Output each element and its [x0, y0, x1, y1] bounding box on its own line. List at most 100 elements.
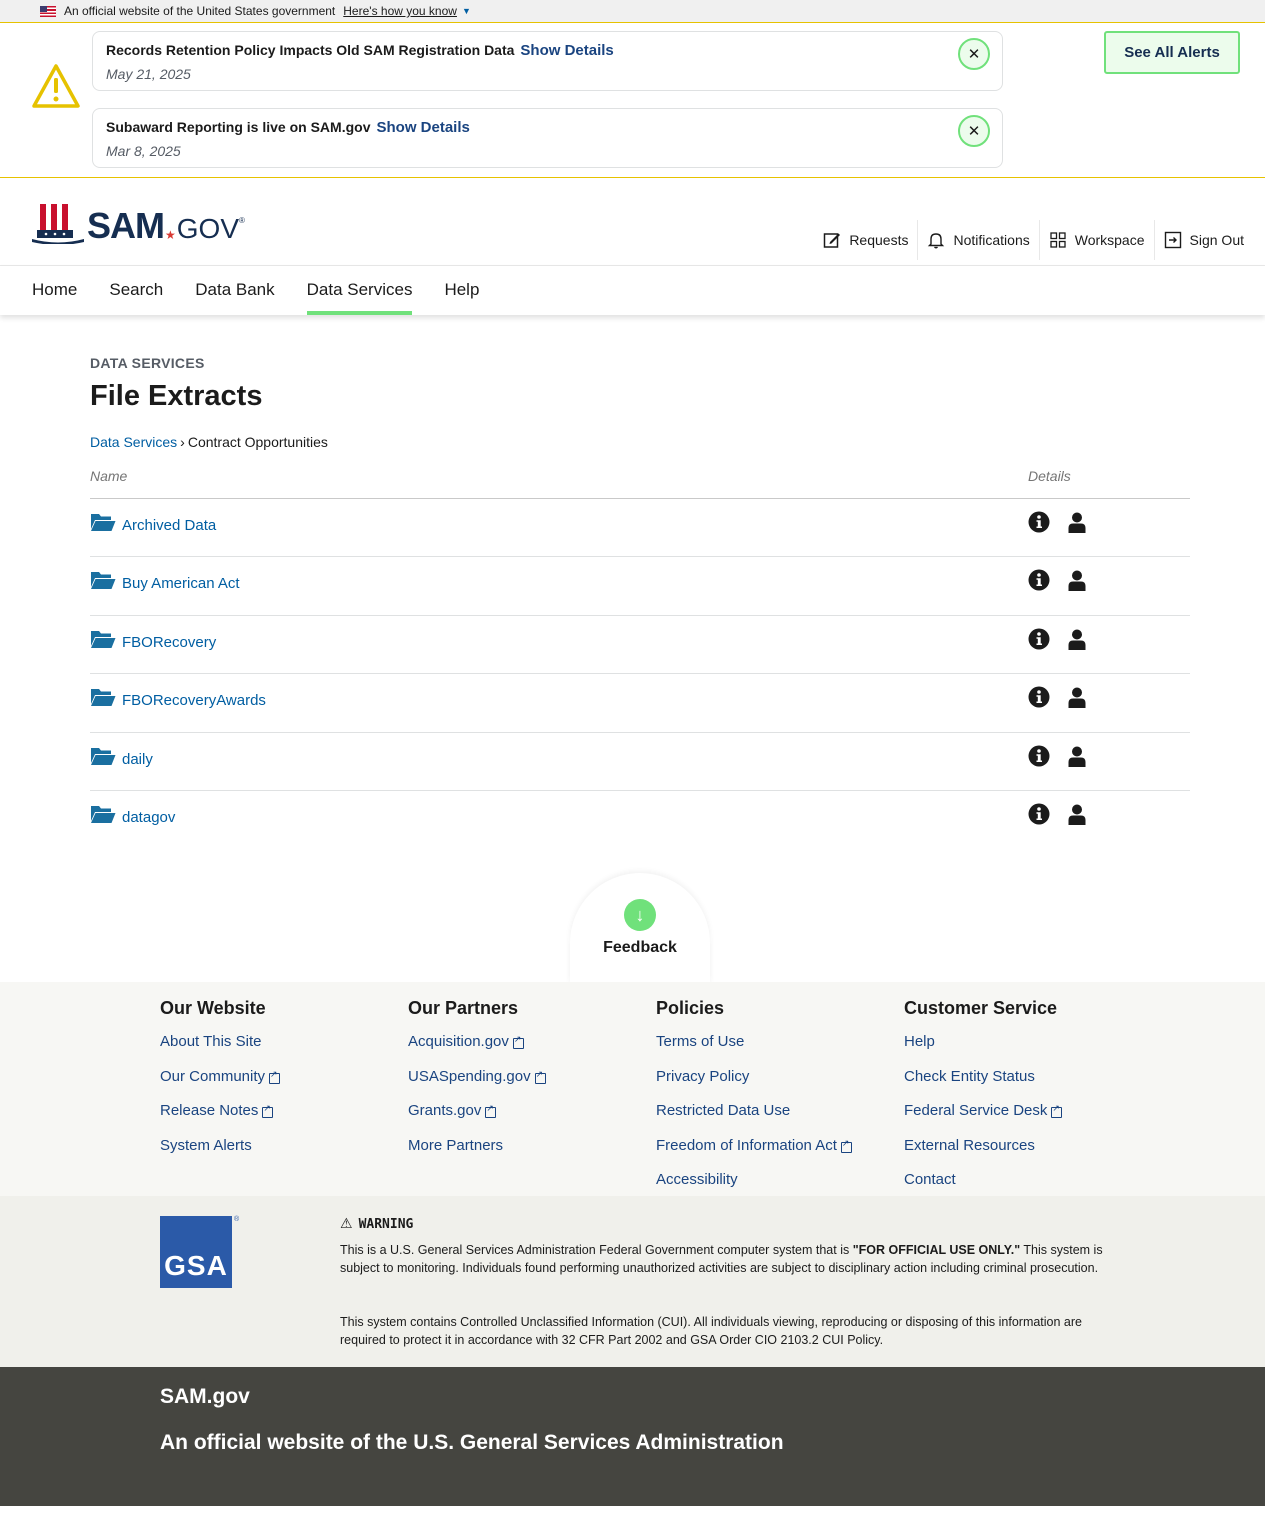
folder-open-icon: [91, 747, 116, 765]
info-icon[interactable]: [1028, 686, 1050, 708]
warning-text: This is a U.S. General Services Administ…: [340, 1243, 1103, 1275]
table-header: Name Details: [90, 468, 1190, 499]
grid-icon: [1049, 231, 1067, 249]
footer-link[interactable]: Grants.gov: [408, 1102, 546, 1137]
requests-link[interactable]: Requests: [814, 220, 919, 260]
folder-link[interactable]: FBORecovery: [122, 634, 216, 651]
table-row: FBORecovery: [90, 616, 1190, 675]
info-icon[interactable]: [1028, 511, 1050, 533]
folder-link[interactable]: FBORecoveryAwards: [122, 692, 266, 709]
notifications-link[interactable]: Notifications: [918, 220, 1040, 260]
user-icon[interactable]: [1068, 746, 1086, 767]
show-details-link[interactable]: Show Details: [376, 119, 469, 136]
sam-logo[interactable]: SAM ★ GOV ®: [32, 202, 245, 244]
warning-triangle-icon: ⚠: [340, 1216, 353, 1232]
footer-link[interactable]: Federal Service Desk: [904, 1102, 1063, 1137]
heres-how-you-know-link[interactable]: Here's how you know: [343, 4, 457, 18]
external-link-icon: [534, 1069, 546, 1084]
chevron-down-icon[interactable]: ▼: [462, 6, 471, 16]
folder-link[interactable]: daily: [122, 751, 153, 768]
footer-link[interactable]: Release Notes: [160, 1102, 280, 1137]
alert-title: Subaward Reporting is live on SAM.gov Sho…: [106, 119, 470, 136]
edit-icon: [823, 231, 841, 249]
footer-link[interactable]: External Resources: [904, 1137, 1062, 1172]
footer-link[interactable]: Acquisition.gov: [408, 1033, 546, 1068]
file-table: Archived Data Buy American Act FBORecovery…: [90, 499, 1190, 849]
info-icon[interactable]: [1028, 745, 1050, 767]
show-details-link[interactable]: Show Details: [520, 42, 613, 59]
footer-link[interactable]: Restricted Data Use: [656, 1102, 852, 1137]
folder-link[interactable]: Buy American Act: [122, 575, 240, 592]
footer-link[interactable]: Our Community: [160, 1068, 281, 1103]
nav-home[interactable]: Home: [32, 266, 77, 315]
external-link-icon: [1051, 1103, 1063, 1118]
footer-column-heading: Our Website: [160, 998, 266, 1018]
workspace-link[interactable]: Workspace: [1040, 220, 1155, 260]
user-icon[interactable]: [1068, 570, 1086, 592]
column-header-details: Details: [1028, 468, 1071, 484]
star-icon: ★: [165, 228, 176, 242]
footer-links: Our WebsiteAbout This SiteOur CommunityR…: [0, 982, 1265, 1196]
footer-link[interactable]: System Alerts: [160, 1137, 280, 1172]
user-icon[interactable]: [1068, 512, 1086, 533]
folder-link[interactable]: Archived Data: [122, 517, 216, 534]
footer-link[interactable]: Privacy Policy: [656, 1068, 852, 1103]
main-nav: Home Search Data Bank Data Services Help: [0, 266, 1265, 315]
user-icon[interactable]: [1068, 629, 1086, 650]
gov-banner-text: An official website of the United States…: [64, 4, 336, 18]
logo-gov-text: GOV: [176, 213, 239, 244]
info-icon[interactable]: [1028, 569, 1050, 591]
arrow-down-icon: ↓: [624, 899, 656, 931]
uncle-sam-hat-icon: [32, 204, 84, 244]
us-flag-icon: [40, 5, 56, 17]
user-icon[interactable]: [1068, 687, 1086, 709]
column-header-name: Name: [90, 468, 128, 484]
breadcrumb-current: Contract Opportunities: [187, 434, 328, 450]
warning-heading: ⚠ WARNING: [340, 1216, 414, 1232]
footer-link[interactable]: Help: [904, 1033, 1062, 1068]
cui-text: This system contains Controlled Unclassi…: [340, 1315, 1082, 1347]
user-icon[interactable]: [1068, 804, 1086, 825]
table-row: Archived Data: [90, 499, 1190, 558]
warning-icon: [32, 64, 80, 108]
breadcrumb-data-services-link[interactable]: Data Services: [90, 434, 177, 450]
feedback-button[interactable]: ↓ Feedback: [570, 873, 710, 985]
external-link-icon: [485, 1103, 497, 1118]
footer-link[interactable]: Freedom of Information Act: [656, 1137, 852, 1172]
footer-tagline: An official website of the U.S. General …: [160, 1431, 784, 1454]
info-icon[interactable]: [1028, 628, 1050, 650]
footer-link[interactable]: USASpending.gov: [408, 1068, 546, 1103]
footer-identifier: SAM.gov An official website of the U.S. …: [0, 1367, 1265, 1506]
folder-open-icon: [91, 572, 116, 590]
nav-data-bank[interactable]: Data Bank: [195, 266, 274, 315]
footer-warning: GSA ® ⚠ WARNING This is a U.S. General S…: [0, 1196, 1265, 1367]
nav-help[interactable]: Help: [444, 266, 479, 315]
feedback-label: Feedback: [603, 939, 677, 956]
footer-link[interactable]: More Partners: [408, 1137, 546, 1172]
requests-label: Requests: [849, 232, 909, 248]
alert-date: Mar 8, 2025: [106, 143, 181, 159]
external-link-icon: [269, 1069, 281, 1084]
footer-link[interactable]: About This Site: [160, 1033, 280, 1068]
external-link-icon: [512, 1034, 524, 1049]
gsa-logo[interactable]: GSA: [160, 1216, 232, 1288]
footer-column: Customer Service Help Check Entity Status F…: [904, 998, 1063, 1206]
see-all-alerts-button[interactable]: See All Alerts: [1104, 31, 1240, 74]
folder-link[interactable]: datagov: [122, 809, 175, 826]
footer-column: Policies Terms of Use Privacy Policy Restri…: [656, 998, 852, 1206]
footer-link[interactable]: Check Entity Status: [904, 1068, 1062, 1103]
alert-title: Records Retention Policy Impacts Old SAM…: [106, 42, 614, 59]
alert-card: Subaward Reporting is live on SAM.gov Sho…: [92, 108, 1003, 168]
footer-link[interactable]: Terms of Use: [656, 1033, 852, 1068]
sign-out-label: Sign Out: [1189, 232, 1244, 248]
page-kicker: DATA SERVICES: [90, 355, 205, 371]
gov-banner: An official website of the United States…: [0, 0, 1265, 23]
nav-search[interactable]: Search: [109, 266, 163, 315]
info-icon[interactable]: [1028, 803, 1050, 825]
close-icon[interactable]: ✕: [958, 115, 990, 147]
nav-data-services[interactable]: Data Services: [306, 266, 412, 315]
close-icon[interactable]: ✕: [958, 38, 990, 70]
sign-out-link[interactable]: Sign Out: [1155, 220, 1253, 260]
folder-open-icon: [91, 630, 116, 648]
folder-open-icon: [91, 805, 116, 823]
